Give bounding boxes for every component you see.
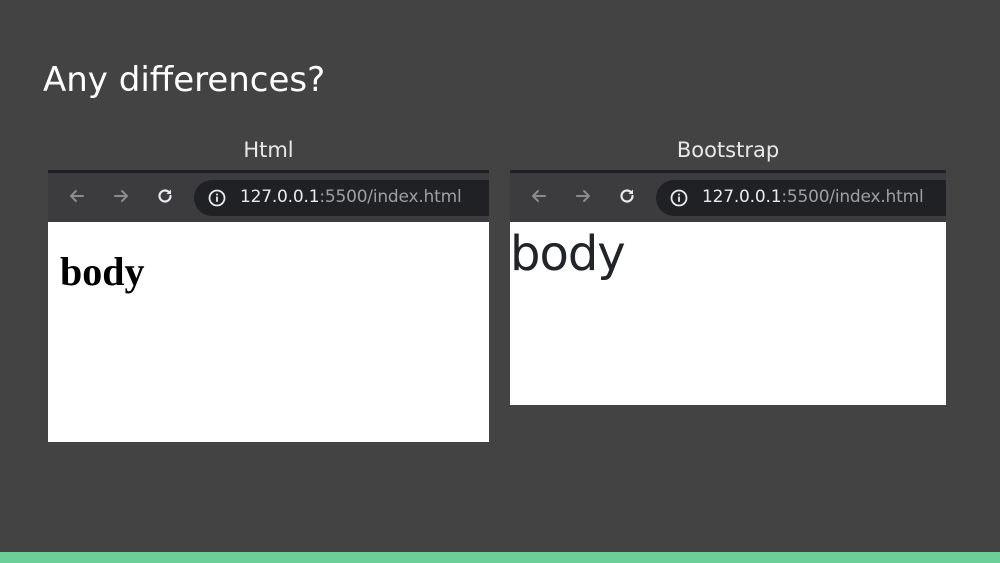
url-text: 127.0.0.1:5500/index.html (240, 187, 462, 207)
reload-button[interactable] (153, 184, 177, 208)
bootstrap-browser-window: 127.0.0.1:5500/index.html body (510, 170, 946, 405)
page-body-text: body (60, 249, 145, 294)
address-bar[interactable]: 127.0.0.1:5500/index.html (656, 180, 946, 216)
footer-accent-bar (0, 552, 1000, 563)
slide: { "slide": { "title": "Any differences?"… (0, 0, 1000, 563)
reload-icon (158, 189, 172, 203)
browser-toolbar: 127.0.0.1:5500/index.html (48, 170, 489, 222)
reload-button[interactable] (615, 184, 639, 208)
url-text: 127.0.0.1:5500/index.html (702, 187, 924, 207)
bootstrap-panel: Bootstrap 127.0.0.1:5500/index.html body (510, 138, 946, 405)
html-panel-label: Html (243, 138, 294, 162)
forward-button[interactable] (109, 184, 133, 208)
back-button[interactable] (65, 184, 89, 208)
back-button[interactable] (527, 184, 551, 208)
bootstrap-panel-label: Bootstrap (676, 138, 780, 162)
url-path: :5500/index.html (781, 187, 924, 207)
url-path: :5500/index.html (319, 187, 462, 207)
html-browser-window: 127.0.0.1:5500/index.html body (48, 170, 489, 442)
slide-title: Any differences? (43, 60, 326, 100)
url-host: 127.0.0.1 (240, 187, 320, 207)
forward-arrow-icon (114, 190, 128, 202)
browser-toolbar: 127.0.0.1:5500/index.html (510, 170, 946, 222)
reload-icon (620, 189, 634, 203)
html-panel: Html 127.0.0.1:5500/index.html body (48, 138, 489, 442)
info-icon (208, 189, 226, 207)
url-host: 127.0.0.1 (702, 187, 782, 207)
page-viewport: body (510, 222, 946, 405)
back-arrow-icon (532, 190, 546, 202)
page-body-text: body (510, 226, 626, 282)
forward-button[interactable] (571, 184, 595, 208)
info-icon (670, 189, 688, 207)
back-arrow-icon (70, 190, 84, 202)
address-bar[interactable]: 127.0.0.1:5500/index.html (194, 180, 489, 216)
forward-arrow-icon (576, 190, 590, 202)
page-viewport: body (48, 222, 489, 442)
